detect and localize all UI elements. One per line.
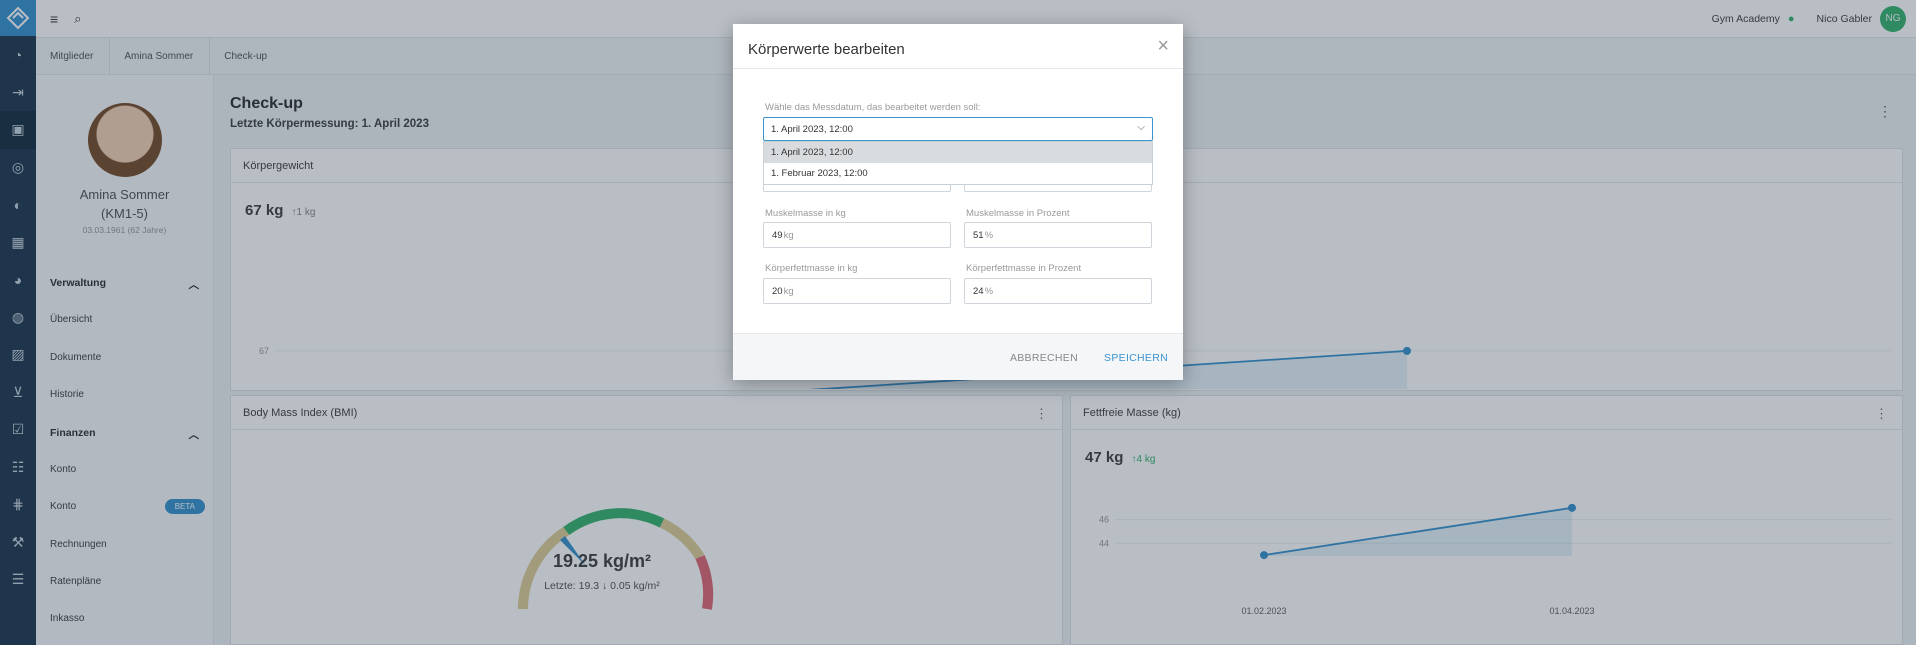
dialog-footer: ABBRECHEN SPEICHERN (733, 333, 1183, 380)
unit-kg: kg (783, 229, 794, 241)
date-option[interactable]: 1. Februar 2023, 12:00 (764, 163, 1152, 184)
date-options-list: 1. April 2023, 12:00 1. Februar 2023, 12… (763, 141, 1153, 185)
muscle-pct-label: Muskelmasse in Prozent (966, 208, 1070, 219)
date-select-value: 1. April 2023, 12:00 (771, 123, 853, 135)
muscle-pct-field[interactable]: 51% (964, 222, 1152, 248)
cancel-button[interactable]: ABBRECHEN (1010, 352, 1078, 364)
save-button[interactable]: SPEICHERN (1104, 352, 1168, 364)
muscle-kg-field[interactable]: 49 kg (763, 222, 951, 248)
fat-pct-field[interactable]: 24% (964, 278, 1152, 304)
unit-percent: % (984, 285, 994, 297)
date-option[interactable]: 1. April 2023, 12:00 (764, 142, 1152, 163)
date-select[interactable]: 1. April 2023, 12:00 ⌵ (763, 117, 1153, 141)
unit-percent: % (984, 229, 994, 241)
fat-pct-value: 24 (973, 285, 984, 297)
fat-kg-field[interactable]: 20 kg (763, 278, 951, 304)
fat-kg-label: Körperfettmasse in kg (765, 263, 858, 274)
date-select-label: Wähle das Messdatum, das bearbeitet werd… (765, 102, 981, 113)
edit-body-values-dialog: Körperwerte bearbeiten × Wähle das Messd… (733, 24, 1183, 380)
muscle-kg-value: 49 (772, 229, 783, 241)
fat-pct-label: Körperfettmasse in Prozent (966, 263, 1082, 274)
close-icon[interactable]: × (1157, 36, 1169, 56)
divider (733, 68, 1183, 69)
fat-kg-value: 20 (772, 285, 783, 297)
dialog-title: Körperwerte bearbeiten (748, 41, 905, 58)
chevron-down-icon: ⌵ (1137, 122, 1145, 133)
muscle-pct-value: 51 (973, 229, 984, 241)
muscle-kg-label: Muskelmasse in kg (765, 208, 846, 219)
unit-kg: kg (783, 285, 794, 297)
